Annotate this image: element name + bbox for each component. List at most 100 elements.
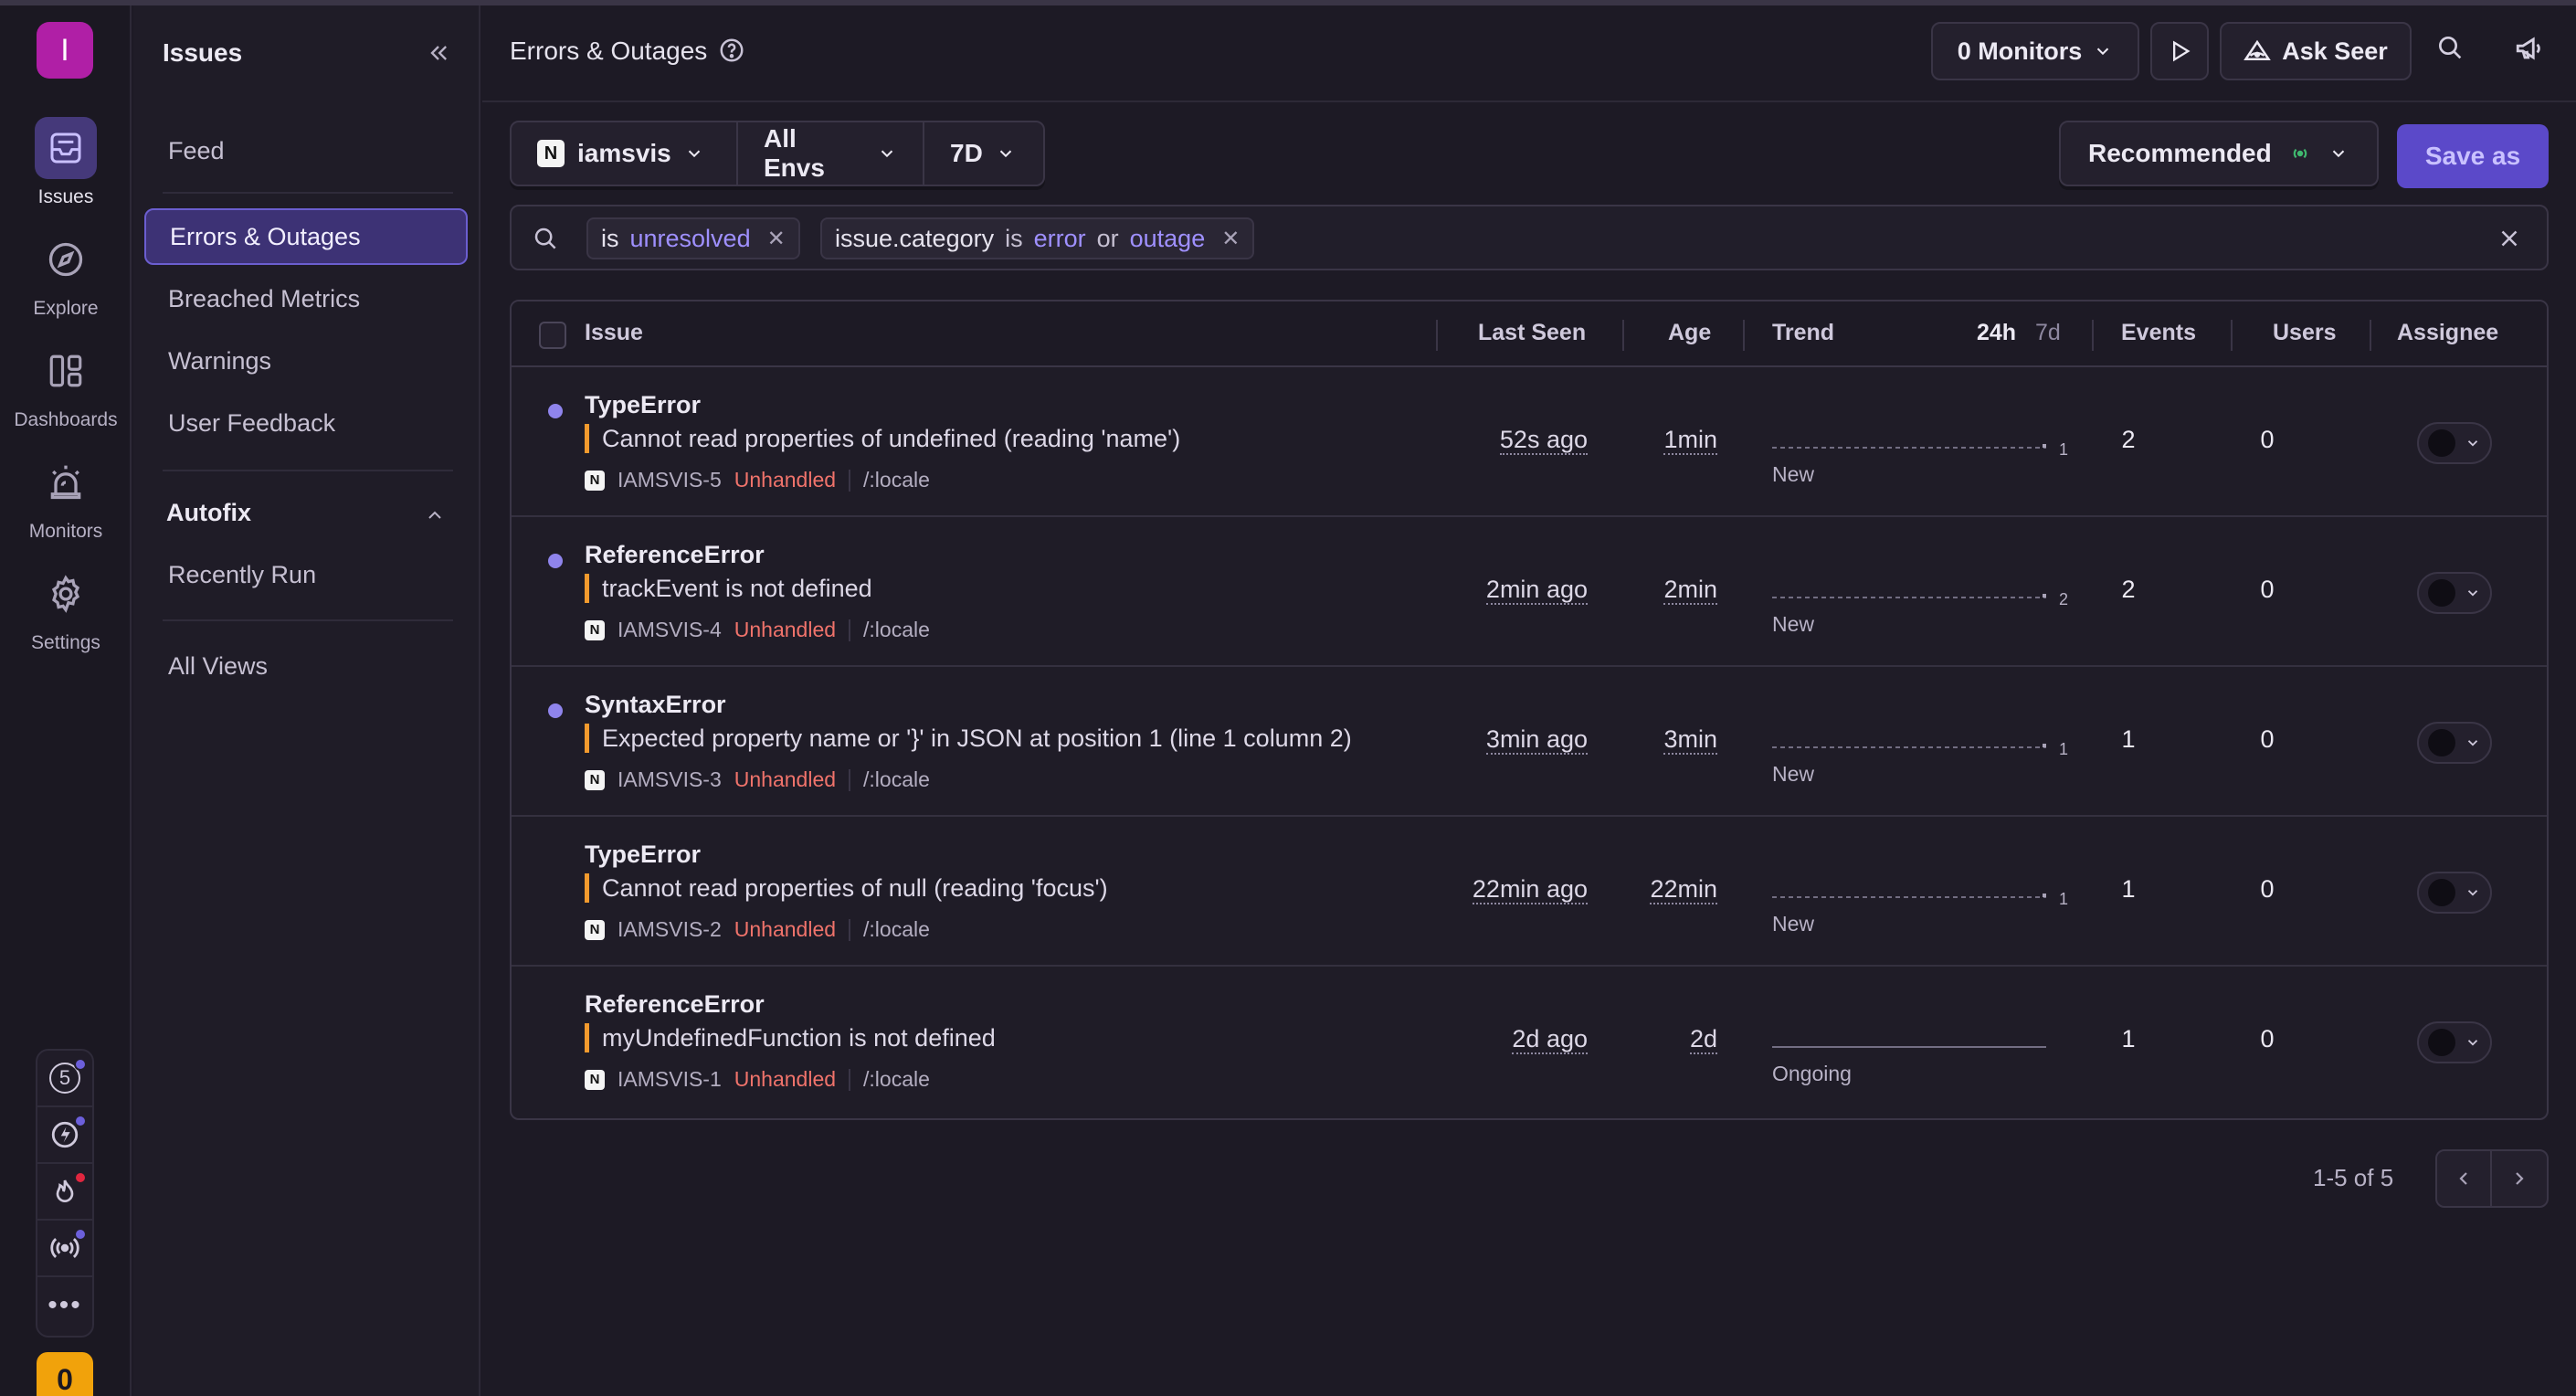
help-icon[interactable] [718, 37, 745, 64]
close-icon[interactable]: ✕ [767, 226, 786, 252]
column-age[interactable]: Age [1668, 320, 1711, 346]
last-seen[interactable]: 52s ago [1499, 426, 1588, 455]
nextjs-icon: N [537, 140, 565, 167]
assignee-selector[interactable] [2417, 422, 2492, 464]
sparkline-bar [2043, 444, 2046, 448]
sidebar-item-feed[interactable]: Feed [144, 122, 468, 179]
search-token-status[interactable]: is unresolved ✕ [586, 217, 800, 259]
chevron-down-icon [2328, 143, 2349, 164]
unhandled-label: Unhandled [734, 767, 837, 791]
sidebar-item-recently-run[interactable]: Recently Run [144, 546, 468, 603]
trend-status: New [1772, 612, 1815, 636]
clear-search-icon[interactable] [2496, 225, 2523, 252]
service-status-button[interactable] [37, 1221, 92, 1277]
next-page-button[interactable] [2492, 1151, 2547, 1206]
issue-age[interactable]: 2min [1663, 576, 1717, 605]
trend-period-24h[interactable]: 24h [1977, 320, 2016, 346]
table-row[interactable]: ReferenceError trackEvent is not defined N… [512, 517, 2547, 667]
column-last-seen[interactable]: Last Seen [1478, 320, 1586, 346]
project-filter[interactable]: N iamsvis [512, 122, 738, 185]
previous-page-button[interactable] [2437, 1151, 2493, 1206]
rail-item-monitors[interactable]: Monitors [0, 451, 132, 561]
gear-icon [35, 563, 97, 625]
notification-dot [74, 1115, 87, 1127]
issue-short-id[interactable]: IAMSVIS-3 [618, 767, 722, 792]
token-value[interactable]: unresolved [630, 225, 751, 253]
assignee-selector[interactable] [2417, 872, 2492, 914]
sort-dropdown-button[interactable]: Recommended [2059, 121, 2379, 186]
last-seen[interactable]: 3min ago [1485, 725, 1588, 755]
last-seen[interactable]: 2min ago [1485, 576, 1588, 605]
sidebar-section-autofix[interactable]: Autofix [166, 499, 251, 527]
issue-short-id[interactable]: IAMSVIS-1 [618, 1067, 722, 1092]
token-value[interactable]: outage [1130, 225, 1206, 253]
unassigned-avatar [2428, 429, 2455, 457]
issue-title[interactable]: ReferenceError [585, 990, 765, 1019]
issue-title[interactable]: TypeError [585, 841, 701, 869]
issue-age[interactable]: 22min [1650, 875, 1717, 904]
org-avatar[interactable]: I [37, 22, 93, 79]
environment-filter[interactable]: All Envs [738, 122, 924, 185]
search-icon[interactable] [2435, 33, 2465, 62]
megaphone-icon[interactable] [2514, 33, 2545, 64]
sidebar-item-all-views[interactable]: All Views [144, 638, 468, 694]
user-count: 0 [2260, 1025, 2275, 1052]
table-row[interactable]: TypeError Cannot read properties of null … [512, 817, 2547, 967]
chevron-up-icon[interactable] [424, 504, 446, 526]
table-row[interactable]: ReferenceError myUndefinedFunction is not… [512, 967, 2547, 1116]
token-value[interactable]: error [1034, 225, 1086, 253]
date-range-filter[interactable]: 7D [924, 122, 1043, 185]
assignee-selector[interactable] [2417, 572, 2492, 614]
rail-label: Settings [31, 632, 100, 653]
column-users[interactable]: Users [2273, 320, 2337, 346]
event-count: 1 [2121, 725, 2136, 753]
last-seen[interactable]: 22min ago [1472, 875, 1588, 904]
play-button[interactable] [2150, 22, 2209, 80]
issue-short-id[interactable]: IAMSVIS-5 [618, 468, 722, 492]
select-all-checkbox[interactable] [539, 322, 566, 349]
issue-short-id[interactable]: IAMSVIS-4 [618, 618, 722, 642]
issue-title[interactable]: SyntaxError [585, 691, 726, 719]
event-count: 2 [2121, 576, 2136, 603]
issue-age[interactable]: 3min [1663, 725, 1717, 755]
issue-title[interactable]: ReferenceError [585, 541, 765, 569]
assignee-selector[interactable] [2417, 1021, 2492, 1063]
table-row[interactable]: SyntaxError Expected property name or '}'… [512, 667, 2547, 817]
issue-short-id[interactable]: IAMSVIS-2 [618, 917, 722, 942]
sidebar-item-warnings[interactable]: Warnings [144, 333, 468, 389]
more-button[interactable]: ••• [37, 1277, 92, 1334]
rail-item-dashboards[interactable]: Dashboards [0, 340, 132, 449]
chevron-down-icon [996, 143, 1016, 164]
sparkline-graph: 2 [1772, 590, 2068, 608]
sidebar-item-user-feedback[interactable]: User Feedback [144, 395, 468, 451]
monitors-dropdown-button[interactable]: 0 Monitors [1931, 22, 2139, 80]
column-events[interactable]: Events [2121, 320, 2196, 346]
whats-new-button[interactable]: 5 [37, 1051, 92, 1107]
last-seen[interactable]: 2d ago [1512, 1025, 1588, 1054]
issue-age[interactable]: 2d [1689, 1025, 1717, 1054]
rail-item-issues[interactable]: Issues [0, 117, 132, 227]
rail-item-settings[interactable]: Settings [0, 563, 132, 672]
table-row[interactable]: TypeError Cannot read properties of undef… [512, 367, 2547, 517]
trend-period-7d[interactable]: 7d [2035, 320, 2061, 346]
close-icon[interactable]: ✕ [1221, 226, 1240, 252]
issue-search-bar[interactable]: is unresolved ✕ issue.category is error … [510, 205, 2549, 270]
collapse-sidebar-button[interactable] [426, 40, 451, 66]
ask-seer-button[interactable]: Ask Seer [2220, 22, 2412, 80]
inbox-icon [35, 117, 97, 179]
broadcasts-button[interactable] [37, 1164, 92, 1221]
rail-item-explore[interactable]: Explore [0, 228, 132, 338]
column-divider [1622, 320, 1624, 351]
save-as-button[interactable]: Save as [2397, 124, 2549, 188]
sidebar-item-breached-metrics[interactable]: Breached Metrics [144, 270, 468, 327]
issue-title[interactable]: TypeError [585, 391, 701, 419]
sparkline-graph: 1 [1772, 890, 2068, 908]
token-key: is [601, 224, 619, 252]
token-operator[interactable]: is [1005, 225, 1023, 253]
assignee-selector[interactable] [2417, 722, 2492, 764]
onboarding-counter[interactable]: 0 [37, 1352, 93, 1396]
sidebar-item-errors-outages[interactable]: Errors & Outages [144, 208, 468, 265]
quick-start-button[interactable] [37, 1107, 92, 1164]
issue-age[interactable]: 1min [1663, 426, 1717, 455]
search-token-category[interactable]: issue.category is error or outage ✕ [820, 217, 1255, 259]
